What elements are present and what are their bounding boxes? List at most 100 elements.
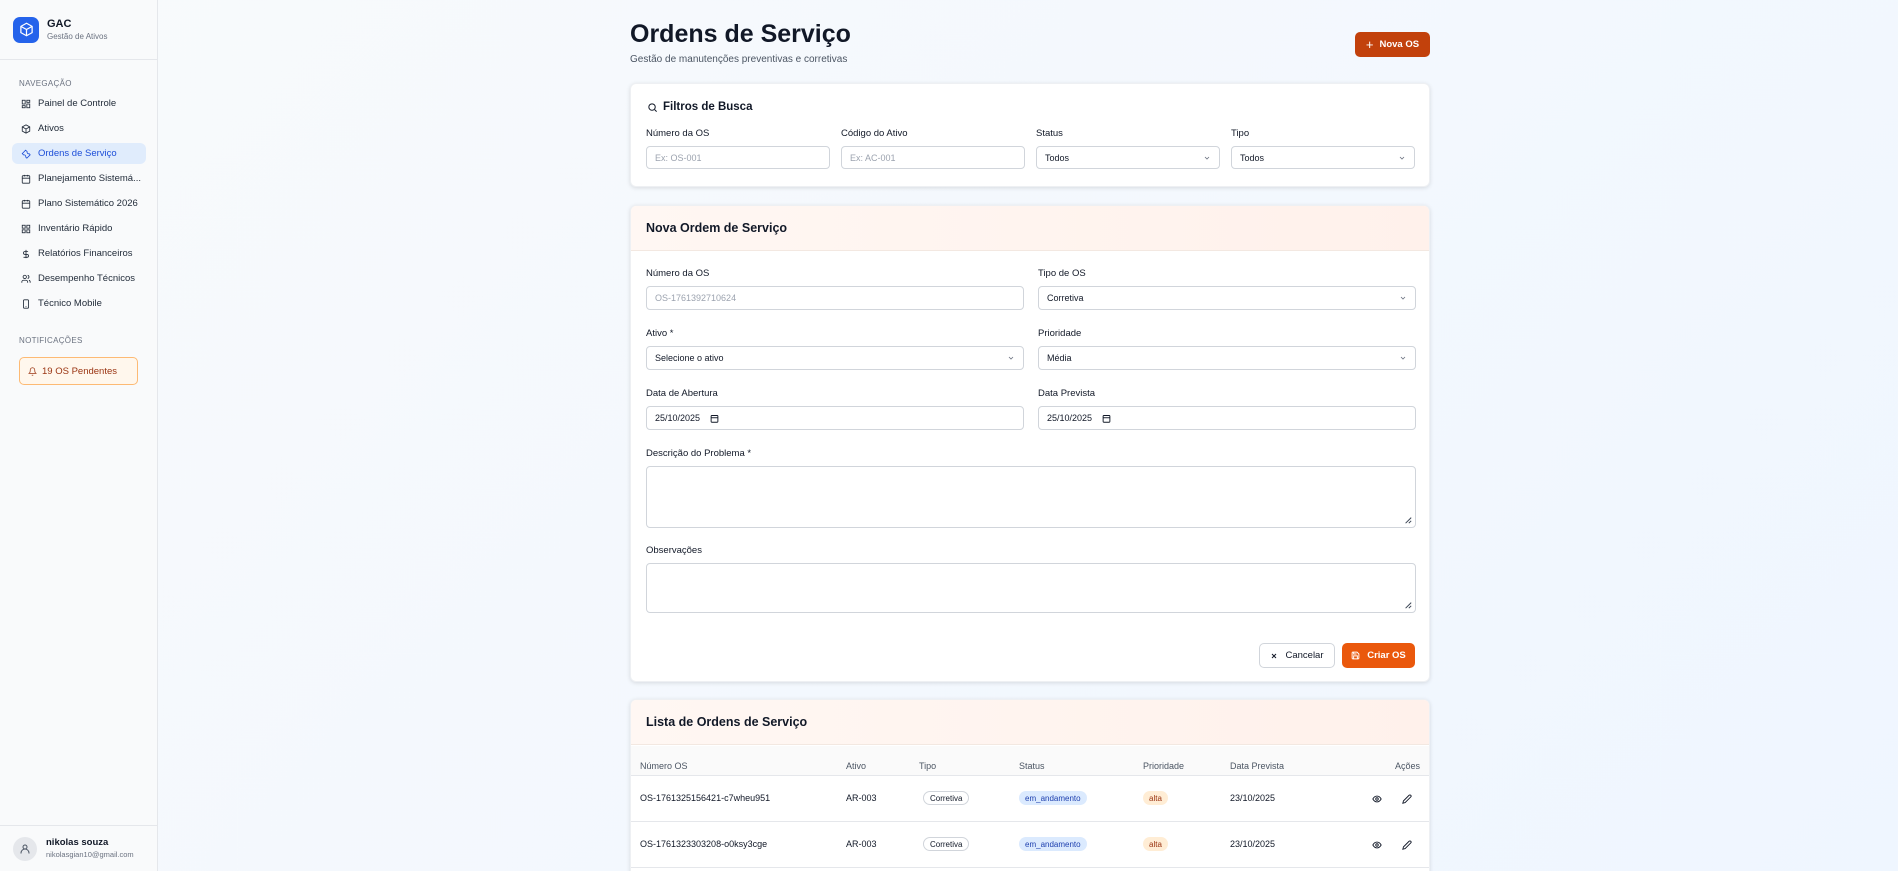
new-os-label: Nova OS (1379, 39, 1420, 50)
brand-title: GAC (47, 17, 72, 30)
save-icon (1351, 651, 1360, 660)
form-asset-select[interactable]: Selecione o ativo (646, 346, 1024, 370)
chevron-down-icon (1399, 156, 1405, 160)
chevron-down-icon (1400, 356, 1406, 360)
view-icon[interactable] (1372, 840, 1382, 850)
form-os-input[interactable]: OS-1761392710624 (646, 286, 1024, 310)
form-title: Nova Ordem de Serviço (631, 206, 1429, 251)
filter-type-select[interactable]: Todos (1231, 146, 1415, 169)
sidebar-item-label: Desempenho Técnicos (38, 273, 135, 284)
form-priority-value: Média (1047, 353, 1072, 363)
sidebar-item-label: Inventário Rápido (38, 223, 113, 234)
form-due-date-input[interactable]: 25/10/2025 (1038, 406, 1416, 430)
list-title: Lista de Ordens de Serviço (631, 700, 1429, 745)
filters-card: Filtros de Busca Número da OS Ex: OS-001… (630, 83, 1430, 187)
form-asset-label: Ativo * (646, 328, 674, 339)
status-badge: em_andamento (1019, 791, 1087, 805)
page-title: Ordens de Serviço (630, 20, 851, 48)
row-asset: AR-003 (846, 839, 877, 849)
form-type-value: Corretiva (1047, 293, 1084, 303)
table-row: OS-1761323303208-o0ksy3cge AR-003 Corret… (631, 822, 1429, 868)
filter-status-value: Todos (1045, 152, 1070, 163)
os-list-card: Lista de Ordens de Serviço Número OS Ati… (630, 699, 1430, 871)
col-actions: Ações (1395, 761, 1421, 771)
row-os-number: OS-1761323303208-o0ksy3cge (640, 839, 768, 849)
sidebar-item-plano-sistematico-2026[interactable]: Plano Sistemático 2026 (12, 193, 146, 214)
form-priority-label: Prioridade (1038, 328, 1082, 339)
sidebar-item-painel-de-controle[interactable]: Painel de Controle (12, 93, 146, 114)
box-icon (21, 123, 31, 134)
form-due-date-label: Data Prevista (1038, 388, 1096, 399)
col-type: Tipo (919, 761, 937, 771)
sidebar-item-label: Ativos (38, 123, 64, 134)
sidebar: GAC Gestão de Ativos NAVEGAÇÃO Painel de… (0, 0, 158, 871)
user-profile[interactable]: nikolas souza nikolasgian10@gmail.com (0, 825, 158, 871)
sidebar-item-inventario-rapido[interactable]: Inventário Rápido (12, 218, 146, 239)
form-open-date-label: Data de Abertura (646, 388, 718, 399)
user-email: nikolasgian10@gmail.com (46, 850, 134, 859)
plus-icon: + (1365, 37, 1374, 52)
col-os-number: Número OS (640, 761, 688, 771)
row-os-number: OS-1761325156421-c7wheu951 (640, 793, 771, 803)
filter-os-input[interactable]: Ex: OS-001 (646, 146, 830, 169)
form-description-textarea[interactable] (646, 466, 1416, 528)
filter-asset-input[interactable]: Ex: AC-001 (841, 146, 1025, 169)
edit-icon[interactable] (1402, 794, 1412, 804)
filter-status-label: Status (1036, 128, 1063, 139)
calendar-icon (21, 174, 31, 184)
user-name: nikolas souza (46, 837, 109, 848)
form-due-date-value: 25/10/2025 (1047, 413, 1093, 423)
create-os-button[interactable]: Criar OS (1342, 643, 1415, 668)
dashboard-icon (21, 99, 31, 108)
page-subtitle: Gestão de manutenções preventivas e corr… (630, 54, 848, 65)
sidebar-item-label: Painel de Controle (38, 98, 117, 109)
chevron-down-icon (1400, 296, 1406, 300)
dollar-icon (23, 249, 29, 258)
type-badge: Corretiva (923, 791, 970, 805)
filter-status-select[interactable]: Todos (1036, 146, 1220, 169)
sidebar-item-label: Plano Sistemático 2026 (38, 198, 138, 209)
cube-logo-icon (13, 16, 39, 43)
filters-title: Filtros de Busca (647, 101, 752, 113)
pending-os-notification[interactable]: 19 OS Pendentes (19, 357, 138, 385)
table-row: OS-1761325156421-c7wheu951 AR-003 Corret… (631, 776, 1429, 822)
resize-grip-icon[interactable] (1404, 601, 1412, 609)
form-type-select[interactable]: Corretiva (1038, 286, 1416, 310)
filter-asset-label: Código do Ativo (841, 128, 908, 139)
form-description-label: Descrição do Problema * (646, 448, 752, 459)
sidebar-item-tecnico-mobile[interactable]: Técnico Mobile (12, 293, 146, 314)
notification-text: 19 OS Pendentes (42, 365, 117, 377)
filter-type-label: Tipo (1231, 128, 1250, 139)
col-due-date: Data Prevista (1230, 761, 1285, 771)
status-badge: em_andamento (1019, 837, 1087, 851)
sidebar-item-ordens-de-servico[interactable]: Ordens de Serviço (12, 143, 146, 164)
notifications-section-label: NOTIFICAÇÕES (19, 336, 83, 345)
sidebar-item-planejamento-sistematico[interactable]: Planejamento Sistemá... (12, 168, 146, 189)
new-os-button[interactable]: + Nova OS (1355, 32, 1430, 57)
bell-icon (28, 366, 37, 376)
form-open-date-input[interactable]: 25/10/2025 (646, 406, 1024, 430)
edit-icon[interactable] (1402, 840, 1412, 850)
row-asset: AR-003 (846, 793, 877, 803)
filters-title-text: Filtros de Busca (663, 101, 753, 113)
row-due-date: 23/10/2025 (1230, 839, 1276, 849)
create-os-label: Criar OS (1367, 650, 1406, 661)
resize-grip-icon[interactable] (1404, 516, 1412, 524)
chevron-down-icon (1008, 356, 1014, 360)
form-observations-textarea[interactable] (646, 563, 1416, 613)
sidebar-item-relatorios-financeiros[interactable]: Relatórios Financeiros (12, 243, 146, 264)
form-priority-select[interactable]: Média (1038, 346, 1416, 370)
filter-os-label: Número da OS (646, 128, 710, 139)
chevron-down-icon (1204, 156, 1210, 160)
close-icon (1272, 653, 1277, 658)
form-open-date-value: 25/10/2025 (655, 413, 701, 423)
sidebar-item-desempenho-tecnicos[interactable]: Desempenho Técnicos (12, 268, 146, 289)
form-asset-value: Selecione o ativo (655, 353, 724, 363)
calendar-icon (21, 199, 31, 209)
view-icon[interactable] (1372, 794, 1382, 804)
priority-badge: alta (1143, 837, 1168, 851)
cancel-label: Cancelar (1285, 650, 1324, 661)
cancel-button[interactable]: Cancelar (1259, 643, 1335, 668)
sidebar-item-ativos[interactable]: Ativos (12, 118, 146, 139)
new-os-form-card: Nova Ordem de Serviço Número da OS OS-17… (630, 205, 1430, 682)
